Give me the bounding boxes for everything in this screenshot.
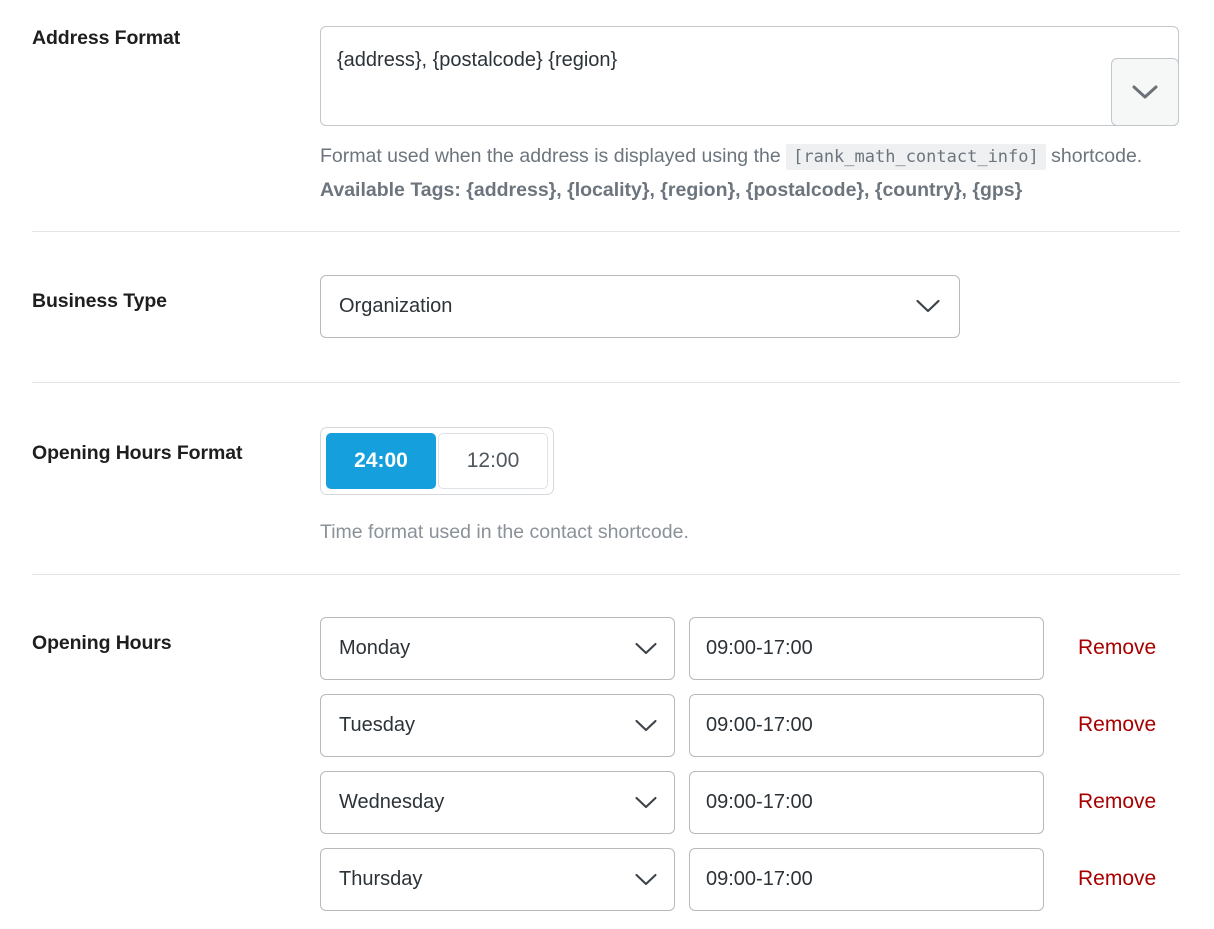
day-select[interactable]: Monday <box>320 616 675 680</box>
opening-hours-format-toggle-group: 24:00 12:00 <box>320 426 554 495</box>
time-range-input[interactable] <box>689 847 1044 911</box>
remove-row-link[interactable]: Remove <box>1078 790 1156 814</box>
business-type-value: Organization <box>339 294 453 317</box>
address-format-help-suffix: shortcode. <box>1051 145 1143 167</box>
opening-hours-list: Monday Remove Tuesday <box>320 616 1180 911</box>
opening-hours-format-field: Opening Hours Format 24:00 12:00 Time fo… <box>0 383 1214 544</box>
remove-row-link[interactable]: Remove <box>1078 867 1156 891</box>
business-type-label: Business Type <box>32 289 167 312</box>
time-range-input[interactable] <box>689 693 1044 757</box>
opening-hours-row: Thursday Remove <box>320 847 1180 911</box>
toggle-12h-button[interactable]: 12:00 <box>438 432 548 489</box>
day-select-value: Monday <box>339 636 411 659</box>
address-format-textarea[interactable] <box>320 26 1179 126</box>
day-select[interactable]: Thursday <box>320 847 675 911</box>
day-select-value: Wednesday <box>339 790 445 813</box>
address-format-help-prefix: Format used when the address is displaye… <box>320 145 781 167</box>
business-type-field: Business Type Organization <box>0 232 1214 338</box>
opening-hours-row: Wednesday Remove <box>320 770 1180 834</box>
day-select-value: Tuesday <box>339 713 415 736</box>
settings-page: Address Format Format used when the addr… <box>0 0 1214 929</box>
time-range-input[interactable] <box>689 770 1044 834</box>
opening-hours-format-body: 24:00 12:00 Time format used in the cont… <box>320 426 1180 544</box>
toggle-24h-button[interactable]: 24:00 <box>326 432 436 489</box>
remove-row-link[interactable]: Remove <box>1078 713 1156 737</box>
business-type-body: Organization <box>320 274 1180 338</box>
address-format-dropdown-button[interactable] <box>1111 58 1179 126</box>
opening-hours-field: Opening Hours Monday Remove <box>0 575 1214 925</box>
address-format-help: Format used when the address is displaye… <box>320 140 1180 174</box>
shortcode-code: [rank_math_contact_info] <box>786 144 1046 170</box>
opening-hours-label: Opening Hours <box>32 631 172 654</box>
opening-hours-format-label: Opening Hours Format <box>32 441 243 464</box>
chevron-down-icon <box>634 872 658 887</box>
day-select[interactable]: Tuesday <box>320 693 675 757</box>
opening-hours-body: Monday Remove Tuesday <box>320 616 1180 925</box>
address-format-body: Format used when the address is displaye… <box>320 26 1180 205</box>
address-format-input-wrap <box>320 26 1179 126</box>
chevron-down-icon <box>634 795 658 810</box>
opening-hours-row: Tuesday Remove <box>320 693 1180 757</box>
day-select-value: Thursday <box>339 867 423 890</box>
remove-row-link[interactable]: Remove <box>1078 636 1156 660</box>
opening-hours-row: Monday Remove <box>320 616 1180 680</box>
address-format-field: Address Format Format used when the addr… <box>0 0 1214 205</box>
chevron-down-icon <box>634 641 658 656</box>
business-type-select[interactable]: Organization <box>320 274 960 338</box>
chevron-down-icon <box>1131 83 1159 101</box>
address-format-label: Address Format <box>32 27 181 49</box>
chevron-down-icon <box>634 718 658 733</box>
time-range-input[interactable] <box>689 616 1044 680</box>
opening-hours-format-help: Time format used in the contact shortcod… <box>320 520 689 543</box>
day-select[interactable]: Wednesday <box>320 770 675 834</box>
available-tags-text: Available Tags: {address}, {locality}, {… <box>320 178 1023 201</box>
chevron-down-icon <box>915 298 941 314</box>
